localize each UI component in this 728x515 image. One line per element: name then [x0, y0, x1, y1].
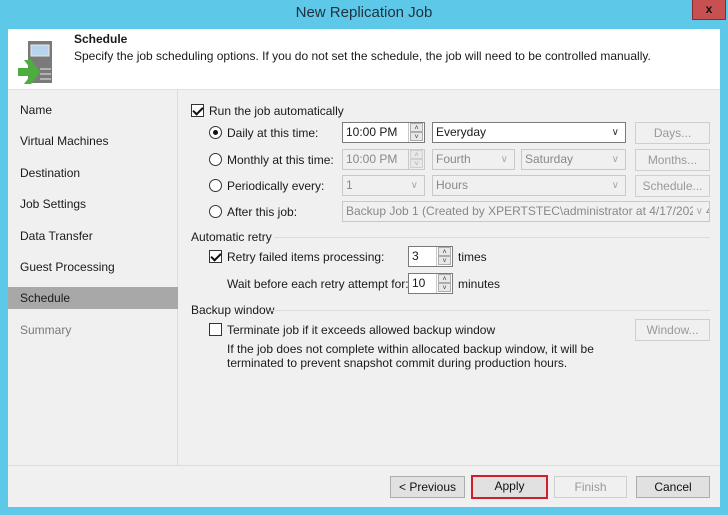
sidebar-item-guest-processing[interactable]: Guest Processing — [8, 256, 178, 278]
retry-unit-label: times — [458, 250, 487, 264]
spin-down-icon[interactable]: ˅ — [438, 256, 451, 265]
sidebar-item-destination[interactable]: Destination — [8, 162, 178, 184]
daily-time-spinner[interactable]: ˄ ˅ — [408, 123, 424, 142]
automatic-retry-group-label: Automatic retry — [191, 230, 272, 244]
monthly-day-select[interactable]: Saturday ∨ — [521, 149, 626, 170]
terminate-job-checkbox[interactable] — [209, 323, 222, 336]
terminate-job-label: Terminate job if it exceeds allowed back… — [227, 323, 496, 337]
wizard-footer: < Previous Apply Finish Cancel — [8, 465, 720, 507]
daily-radio[interactable] — [209, 126, 222, 139]
previous-button[interactable]: < Previous — [390, 476, 465, 498]
run-automatically-checkbox[interactable] — [191, 104, 204, 117]
monthly-week-select[interactable]: Fourth ∨ — [432, 149, 515, 170]
periodically-label: Periodically every: — [227, 179, 325, 193]
sidebar-item-summary: Summary — [20, 323, 72, 337]
retry-count-value: 3 — [412, 249, 419, 263]
after-job-label: After this job: — [227, 205, 298, 219]
chevron-down-icon: ∨ — [611, 127, 619, 138]
monthly-time-value: 10:00 PM — [346, 152, 398, 166]
spin-up-icon[interactable]: ˄ — [410, 150, 423, 159]
close-button[interactable]: x — [692, 0, 726, 20]
days-button[interactable]: Days... — [635, 122, 710, 144]
daily-time-value: 10:00 PM — [346, 125, 398, 139]
chevron-down-icon: ∨ — [611, 154, 619, 165]
wait-minutes-value: 10 — [412, 276, 426, 290]
daily-frequency-value: Everyday — [436, 125, 487, 139]
schedule-button[interactable]: Schedule... — [635, 175, 710, 197]
retry-count-spinner[interactable]: ˄ ˅ — [436, 247, 452, 266]
after-job-select[interactable]: Backup Job 1 (Created by XPERTSTEC\admin… — [342, 201, 710, 222]
spin-down-icon[interactable]: ˅ — [410, 132, 423, 141]
spin-down-icon[interactable]: ˅ — [410, 159, 423, 168]
periodically-radio[interactable] — [209, 179, 222, 192]
wait-minutes-input[interactable]: 10 ˄ ˅ — [408, 273, 453, 294]
monthly-week-value: Fourth — [436, 152, 471, 166]
schedule-content: Run the job automatically Daily at this … — [179, 90, 720, 466]
retry-failed-checkbox[interactable] — [209, 250, 222, 263]
sidebar-item-name[interactable]: Name — [8, 99, 178, 121]
chevron-down-icon: ∨ — [410, 180, 418, 191]
monthly-time-input[interactable]: 10:00 PM ˄ ˅ — [342, 149, 425, 170]
daily-frequency-select[interactable]: Everyday ∨ — [432, 122, 626, 143]
monthly-label: Monthly at this time: — [227, 153, 334, 167]
window-title: New Replication Job — [295, 4, 433, 21]
daily-time-input[interactable]: 10:00 PM ˄ ˅ — [342, 122, 425, 143]
page-description: Specify the job scheduling options. If y… — [74, 49, 651, 63]
cancel-button[interactable]: Cancel — [636, 476, 710, 498]
wait-minutes-spinner[interactable]: ˄ ˅ — [436, 274, 452, 293]
title-bar[interactable]: New Replication Job x — [0, 0, 728, 28]
monthly-day-value: Saturday — [525, 152, 574, 166]
wizard-body: Name Virtual Machines Destination Job Se… — [8, 89, 720, 466]
finish-button[interactable]: Finish — [554, 476, 627, 498]
chevron-down-icon: ∨ — [500, 154, 508, 165]
daily-label: Daily at this time: — [227, 126, 319, 140]
wait-unit-label: minutes — [458, 277, 501, 291]
server-arrow-icon — [18, 41, 52, 84]
backup-window-note-line2: terminated to prevent snapshot commit du… — [227, 356, 568, 370]
chevron-down-icon: ∨ — [692, 202, 703, 221]
monthly-radio[interactable] — [209, 153, 222, 166]
window-button[interactable]: Window... — [635, 319, 710, 341]
retry-failed-label: Retry failed items processing: — [227, 250, 385, 264]
apply-button[interactable]: Apply — [471, 475, 548, 499]
backup-window-group-label: Backup window — [191, 303, 275, 317]
wait-label: Wait before each retry attempt for: — [227, 277, 409, 291]
spin-up-icon[interactable]: ˄ — [438, 247, 451, 256]
group-divider — [274, 237, 710, 238]
after-job-value: Backup Job 1 (Created by XPERTSTEC\admin… — [346, 204, 710, 218]
periodically-unit-select[interactable]: Hours ∨ — [432, 175, 626, 196]
wizard-header: Schedule Specify the job scheduling opti… — [8, 29, 720, 89]
spin-up-icon[interactable]: ˄ — [438, 274, 451, 283]
sidebar-item-data-transfer[interactable]: Data Transfer — [8, 225, 178, 247]
after-job-radio[interactable] — [209, 205, 222, 218]
wizard-window: New Replication Job x Schedule Specify t… — [0, 0, 728, 515]
sidebar-item-virtual-machines[interactable]: Virtual Machines — [8, 130, 178, 152]
months-button[interactable]: Months... — [635, 149, 710, 171]
spin-up-icon[interactable]: ˄ — [410, 123, 423, 132]
spin-down-icon[interactable]: ˅ — [438, 283, 451, 292]
periodically-value-select[interactable]: 1 ∨ — [342, 175, 425, 196]
sidebar-item-job-settings[interactable]: Job Settings — [8, 193, 178, 215]
periodically-unit-value: Hours — [436, 178, 469, 192]
wizard-steps-sidebar: Name Virtual Machines Destination Job Se… — [8, 90, 178, 466]
sidebar-item-schedule[interactable]: Schedule — [8, 287, 178, 309]
periodically-value: 1 — [346, 178, 353, 192]
monthly-time-spinner[interactable]: ˄ ˅ — [408, 150, 424, 169]
page-title: Schedule — [74, 32, 128, 46]
retry-count-input[interactable]: 3 ˄ ˅ — [408, 246, 453, 267]
backup-window-note-line1: If the job does not complete within allo… — [227, 342, 594, 356]
chevron-down-icon: ∨ — [611, 180, 619, 191]
run-automatically-label: Run the job automatically — [209, 104, 344, 118]
group-divider — [271, 310, 710, 311]
